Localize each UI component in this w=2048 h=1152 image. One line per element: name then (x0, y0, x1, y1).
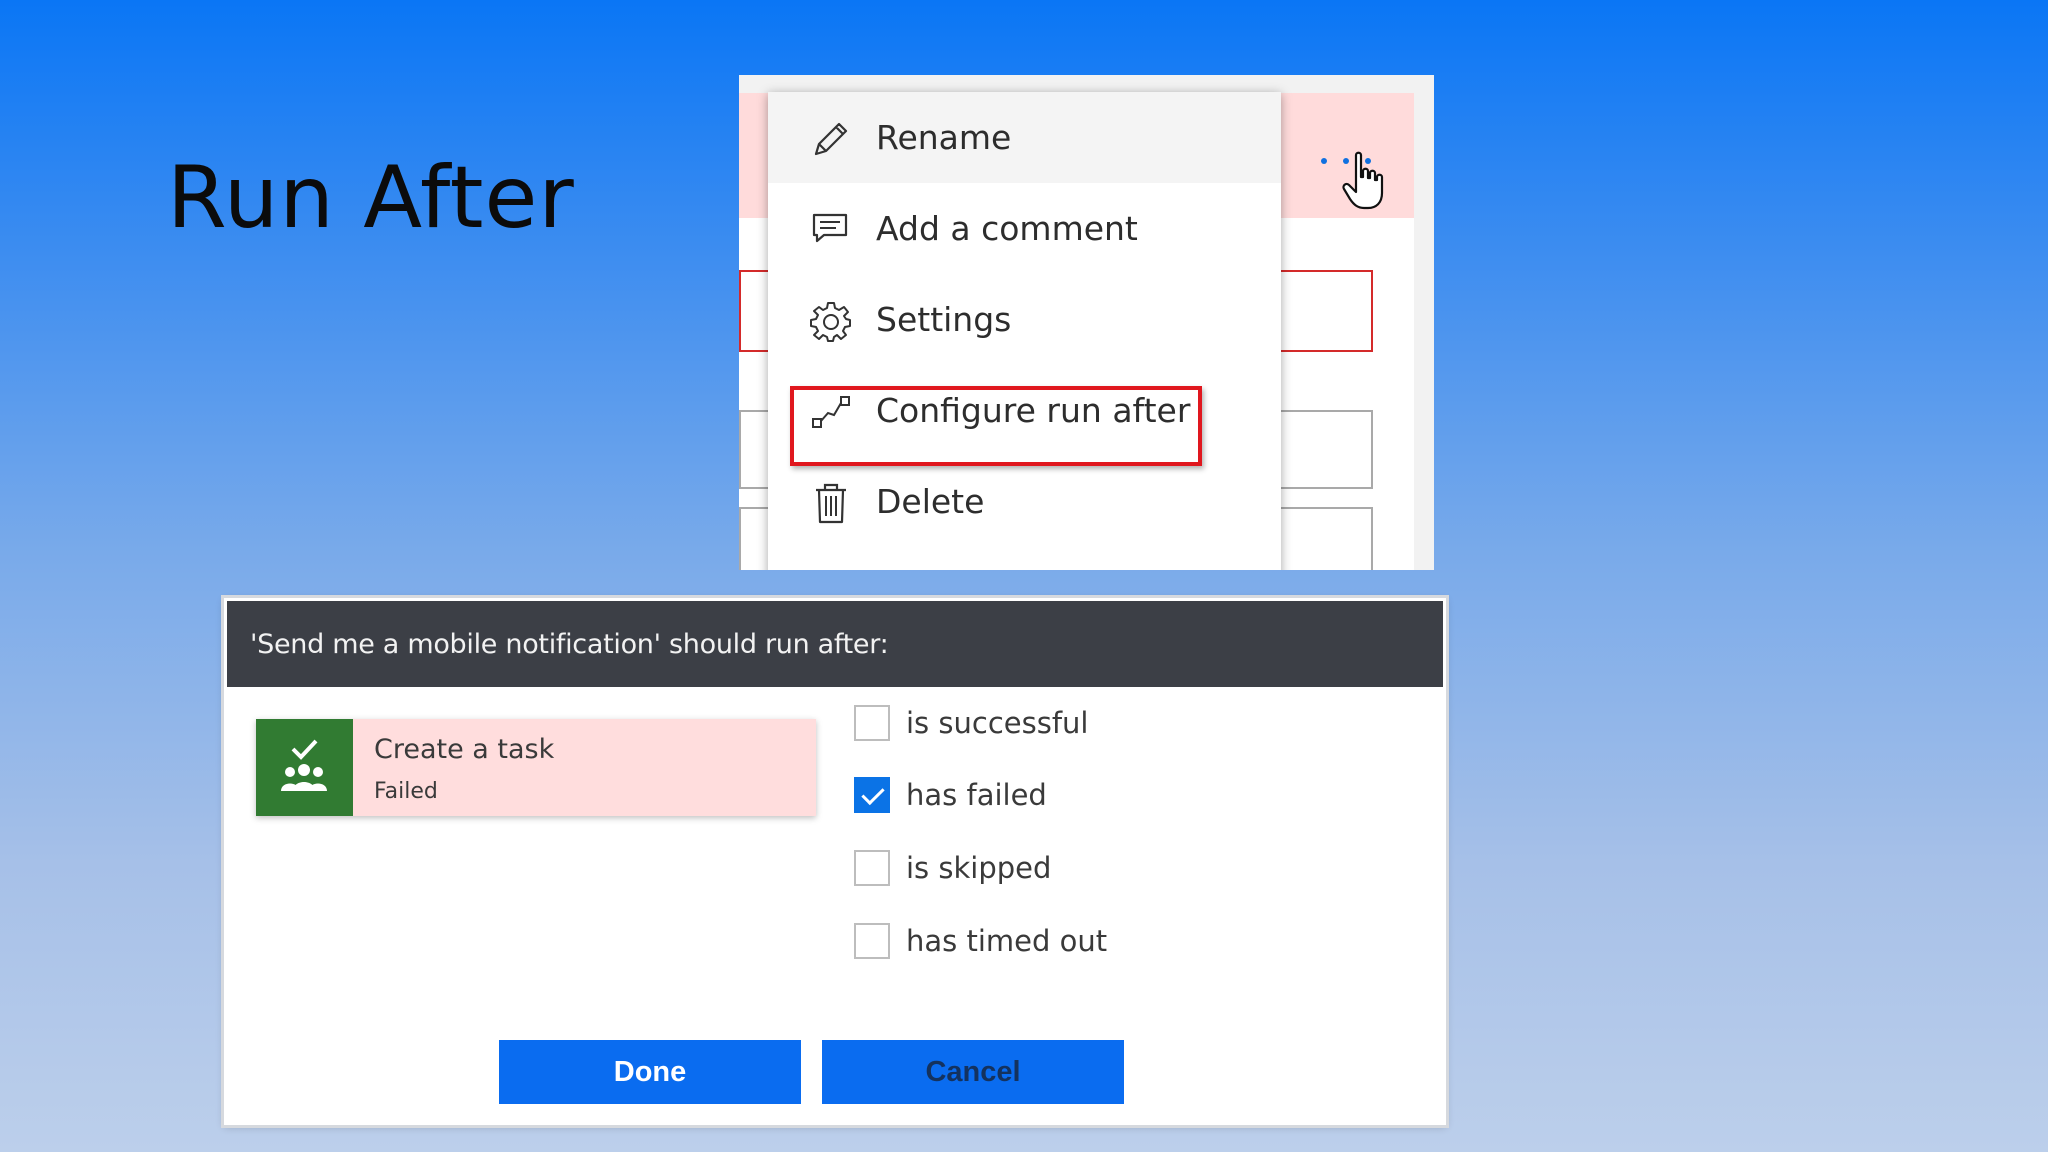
hand-cursor-icon (1342, 151, 1384, 210)
dialog-header: 'Send me a mobile notification' should r… (227, 601, 1443, 687)
option-is-skipped[interactable]: is skipped (854, 846, 1051, 890)
menu-item-delete[interactable]: Delete (768, 456, 1281, 547)
trash-icon (816, 483, 846, 524)
highlight-box (790, 386, 1202, 466)
task-status: Failed (374, 779, 438, 804)
menu-item-settings[interactable]: Settings (768, 274, 1281, 365)
menu-item-add-comment[interactable]: Add a comment (768, 183, 1281, 274)
menu-item-rename[interactable]: Rename (768, 92, 1281, 183)
context-menu: Rename Add a comment Settings Configure … (768, 92, 1281, 570)
dialog-title: 'Send me a mobile notification' should r… (250, 629, 889, 660)
pencil-icon (814, 122, 848, 156)
has-failed-checkbox[interactable] (854, 777, 890, 813)
task-card[interactable]: Create a task Failed (256, 719, 816, 816)
option-label: is skipped (906, 851, 1052, 885)
cancel-button[interactable]: Cancel (822, 1040, 1124, 1104)
menu-screenshot: Rename Add a comment Settings Configure … (739, 75, 1434, 570)
task-check-people-icon (256, 719, 353, 816)
done-button[interactable]: Done (499, 1040, 801, 1104)
option-has-failed[interactable]: has failed (854, 773, 1047, 817)
gear-icon (810, 302, 851, 342)
is-successful-checkbox[interactable] (854, 705, 890, 741)
option-label: is successful (906, 706, 1089, 740)
is-skipped-checkbox[interactable] (854, 850, 890, 886)
task-name: Create a task (374, 734, 555, 765)
comment-icon (812, 213, 848, 243)
slide-title: Run After (167, 148, 575, 248)
option-has-timed-out[interactable]: has timed out (854, 919, 1107, 963)
has-timed-out-checkbox[interactable] (854, 923, 890, 959)
option-label: has timed out (906, 924, 1108, 958)
option-is-successful[interactable]: is successful (854, 701, 1088, 745)
run-after-dialog: 'Send me a mobile notification' should r… (224, 598, 1446, 1125)
option-label: has failed (906, 778, 1047, 812)
